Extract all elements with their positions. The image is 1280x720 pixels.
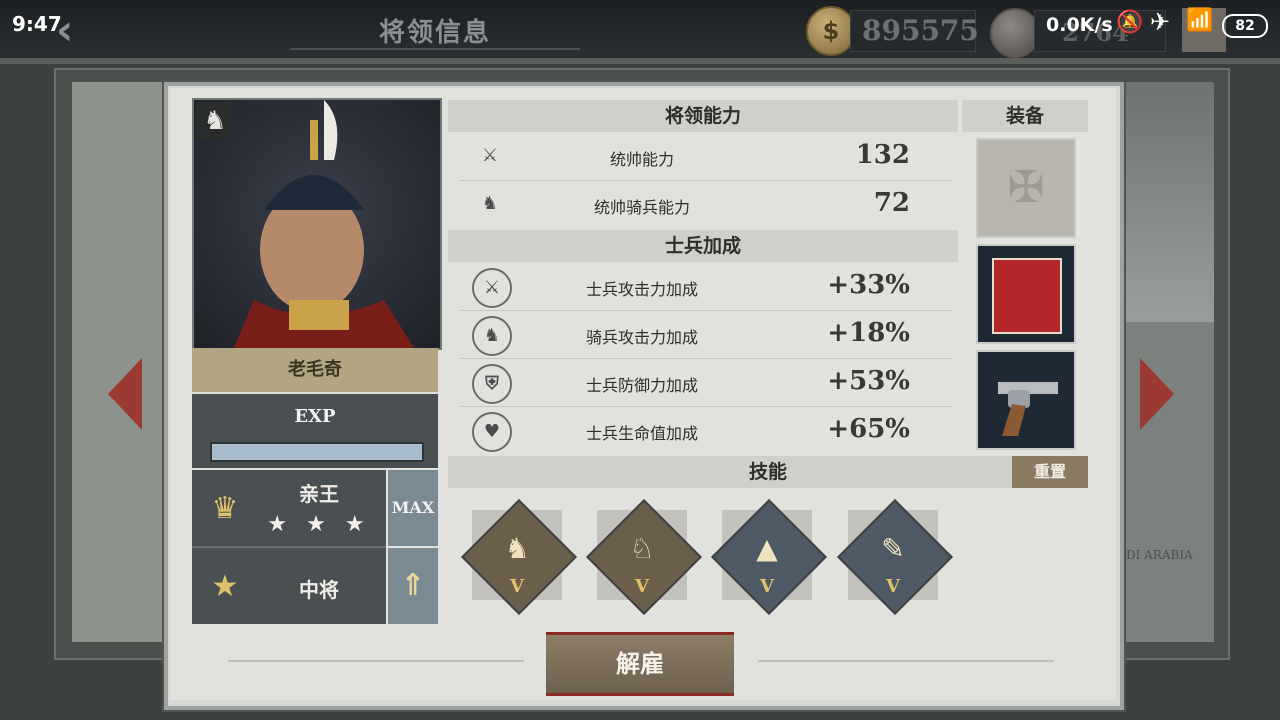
skill-slot[interactable]: ♘ V [586,499,702,615]
revolver-icon [998,382,1058,436]
ability-row: ⚔ 统帅能力 132 [460,134,952,181]
network-speed: 0.0K/s [1046,14,1113,36]
next-general-arrow-icon[interactable] [1140,358,1174,430]
ability-row: ♞ 统帅骑兵能力 72 [460,182,952,228]
crossed-swords-icon: ⚔ [481,145,499,166]
skill-slot[interactable]: ▲ V [711,499,827,615]
bonus-label: 骑兵攻击力加成 [585,328,698,347]
dismiss-button[interactable]: 解雇 [546,632,734,696]
bonus-row: ⚔ 士兵攻击力加成 +33% [460,264,952,311]
bonus-label: 士兵生命值加成 [585,424,698,443]
back-arrow-icon[interactable]: ‹ [56,8,92,52]
ability-label: 统帅骑兵能力 [593,198,690,217]
abilities-heading: 将领能力 [448,100,958,132]
bonus-row: ♞ 骑兵攻击力加成 +18% [460,312,952,359]
skill-slot[interactable]: ♞ V [461,499,577,615]
title-underline [290,48,580,50]
reset-skills-button[interactable]: 重置 [1012,456,1088,488]
gold-coin-icon: $ [806,6,856,56]
bonus-value: +53% [827,366,910,396]
skill-level: V [510,576,524,597]
ability-value: 72 [873,188,910,218]
bonus-label: 士兵攻击力加成 [585,280,698,299]
cavalry-target-icon: ♞ [504,532,530,565]
equipment-slot-medal[interactable]: ✠ [976,138,1076,238]
equipment-heading: 装备 [962,100,1088,132]
heart-up-icon: ♥ [472,412,512,452]
horse-head-icon: ♞ [481,193,499,214]
military-rank: 中将 [299,578,339,602]
battery-level: 82 [1222,14,1268,38]
bonus-value: +18% [827,318,910,348]
prev-general-arrow-icon[interactable] [108,358,142,430]
skills-heading: 技能 [448,456,1088,488]
mountain-icon: ▲ [756,532,778,565]
medal-icon [990,8,1040,58]
bonus-label: 士兵防御力加成 [585,376,698,395]
exp-label: EXP [294,406,336,427]
cavalry-photo [1118,82,1214,322]
star-rating: ★ ★ ★ [267,512,371,537]
footer-divider-left [228,660,524,662]
rank-star-icon: ★ [211,569,239,604]
airplane-mode-icon: ✈ [1150,8,1171,36]
ability-label: 统帅能力 [609,150,674,169]
soldier-bonus-heading: 士兵加成 [448,230,958,262]
bell-muted-icon: 🔕 [1116,10,1144,35]
bread-icon: ✎ [881,532,905,565]
order-medal-icon: ✠ [1007,162,1045,213]
skill-level: V [635,576,649,597]
cavalry-type-icon: ♞ [196,102,234,140]
crown-icon: ♛ [211,491,239,526]
exp-progress-bar [210,442,424,462]
footer-divider-right [758,660,1054,662]
attack-up-icon: ⚔ [472,268,512,308]
clock: 9:47 [12,12,62,36]
shield-up-icon: ⛨ [472,364,512,404]
book-icon [992,258,1062,334]
general-name: 老毛奇 [192,348,438,392]
promote-button[interactable]: ⇑ [388,548,438,624]
bonus-row: ⛨ 士兵防御力加成 +53% [460,360,952,407]
gold-amount: 895575 [862,14,979,47]
cavalry-charge-icon: ♘ [629,532,655,565]
equipment-slot-revolver[interactable] [976,350,1076,450]
bonus-row: ♥ 士兵生命值加成 +65% [460,408,952,454]
max-level-badge: MAX [388,470,438,546]
wifi-icon: 📶 [1186,8,1214,33]
rank-divider [192,546,386,548]
skill-slot[interactable]: ✎ V [837,499,953,615]
equipment-slot-book[interactable] [976,244,1076,344]
page-title: 将领信息 [378,18,491,48]
bonus-value: +33% [827,270,910,300]
ability-value: 132 [855,140,910,170]
skill-level: V [886,576,900,597]
skill-level: V [760,576,774,597]
cavalry-attack-up-icon: ♞ [472,316,512,356]
top-bar-divider [0,58,1280,64]
noble-title: 亲王 [299,482,339,506]
bonus-value: +65% [827,414,910,444]
